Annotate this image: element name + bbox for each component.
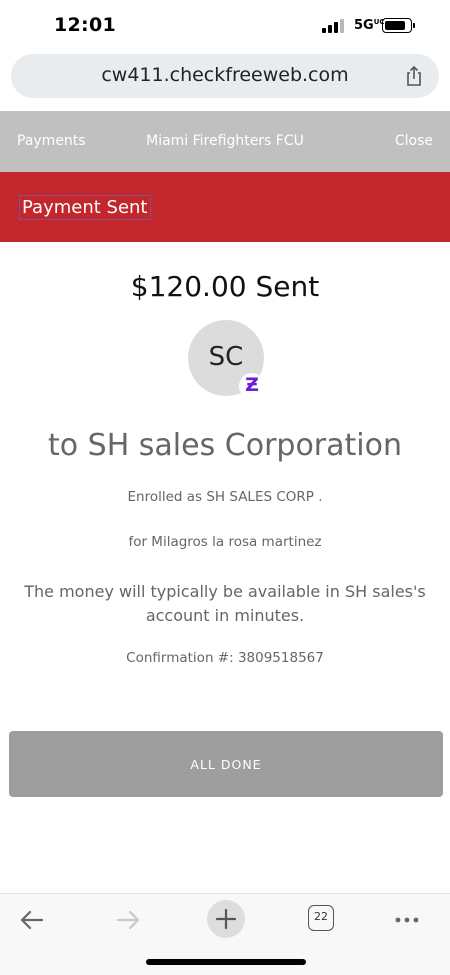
home-indicator bbox=[146, 959, 306, 965]
nav-close-link[interactable]: Close bbox=[395, 133, 433, 149]
avatar-initials: SC bbox=[208, 342, 244, 372]
nav-bank-name: Miami Firefighters FCU bbox=[146, 133, 304, 149]
availability-note: The money will typically be available in… bbox=[24, 582, 426, 625]
signal-icon bbox=[322, 19, 348, 33]
sender-name: for Milagros la rosa martinez bbox=[128, 534, 322, 550]
address-bar[interactable]: cw411.checkfreeweb.com bbox=[11, 54, 439, 98]
url-text[interactable]: cw411.checkfreeweb.com bbox=[11, 64, 439, 86]
recipient-name: to SH sales Corporation bbox=[48, 428, 402, 463]
arrow-right-icon[interactable] bbox=[110, 902, 146, 938]
arrow-left-icon[interactable] bbox=[14, 902, 50, 938]
app-header: Payments Miami Firefighters FCU Close bbox=[0, 111, 450, 172]
all-done-button[interactable]: ALL DONE bbox=[9, 731, 443, 797]
status-bar: 12:01 5GUC bbox=[0, 0, 450, 50]
battery-icon bbox=[382, 18, 412, 33]
zelle-icon: Ƶ bbox=[239, 373, 265, 399]
battery-level bbox=[385, 21, 405, 30]
more-icon[interactable] bbox=[389, 902, 425, 938]
amount-sent: $120.00 Sent bbox=[130, 270, 320, 303]
confirmation-number: Confirmation #: 3809518567 bbox=[126, 650, 324, 666]
tab-count: 22 bbox=[314, 910, 328, 923]
page-title: Payment Sent bbox=[19, 195, 151, 220]
status-time: 12:01 bbox=[54, 14, 116, 36]
network-label: 5GUC bbox=[354, 18, 385, 33]
enrolled-as-text: Enrolled as SH SALES CORP . bbox=[127, 489, 323, 505]
tabs-button[interactable]: 22 bbox=[308, 905, 334, 931]
share-icon[interactable] bbox=[403, 65, 425, 87]
plus-icon[interactable] bbox=[207, 900, 245, 938]
status-banner: Payment Sent bbox=[0, 172, 450, 242]
